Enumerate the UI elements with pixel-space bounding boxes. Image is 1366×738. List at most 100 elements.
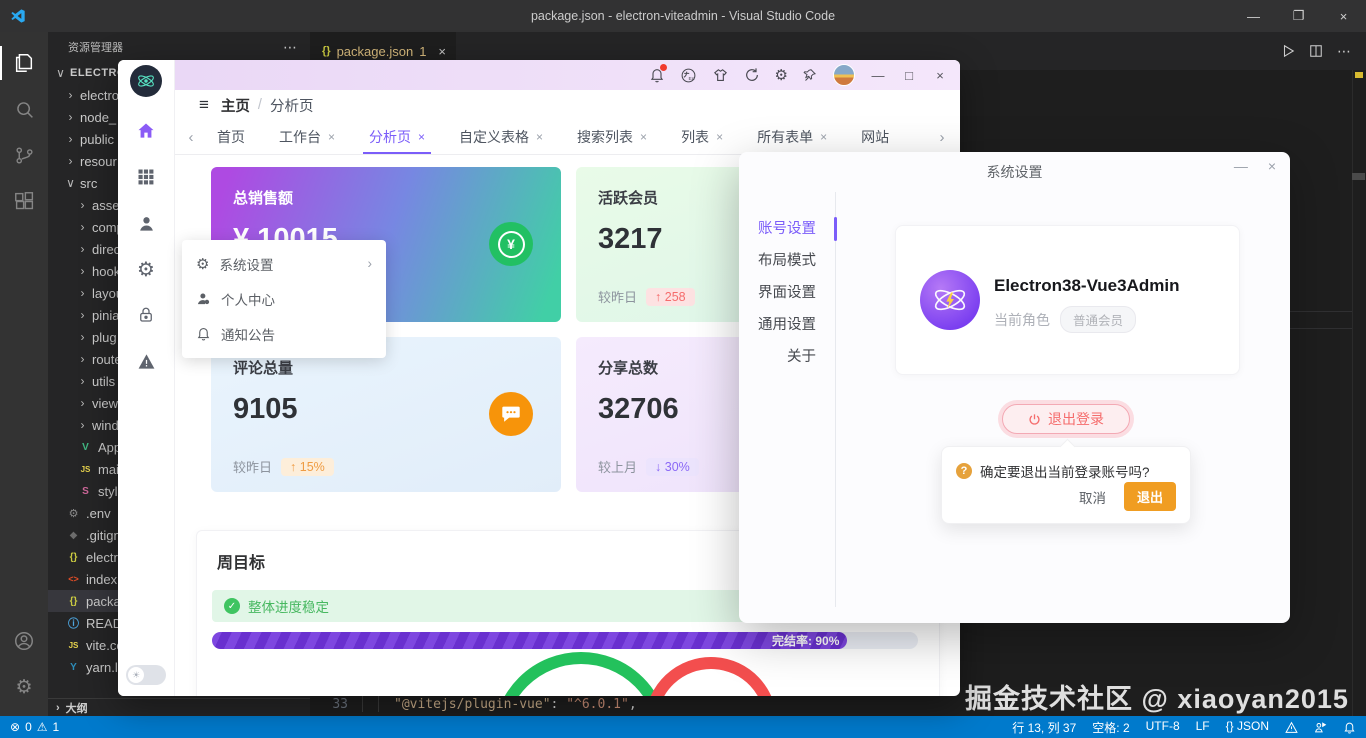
menu-item-system-settings[interactable]: ⚙ 系统设置 › <box>182 246 386 281</box>
statusbar-item[interactable]: UTF-8 <box>1146 719 1180 736</box>
settings-menu-item[interactable]: 界面设置 <box>739 277 836 309</box>
split-editor-icon[interactable] <box>1309 44 1323 58</box>
menu-item-announcements[interactable]: 通知公告 <box>182 316 386 351</box>
confirm-exit-button[interactable]: 退出 <box>1124 482 1176 511</box>
user-avatar[interactable] <box>833 64 855 86</box>
app-minimize-button[interactable]: — <box>870 68 886 83</box>
app-tab[interactable]: 网站 <box>861 120 889 154</box>
file-icon: Y <box>66 662 81 673</box>
feedback-icon[interactable] <box>1314 721 1327 734</box>
chevron-icon: › <box>64 88 77 102</box>
statusbar-item[interactable]: 行 13, 列 37 <box>1012 719 1076 736</box>
nav-user-icon[interactable] <box>134 211 158 235</box>
statusbar-item[interactable]: 空格: 2 <box>1092 719 1129 736</box>
statusbar-item[interactable]: {} JSON <box>1226 719 1269 736</box>
tab-close-icon[interactable]: × <box>640 130 647 144</box>
search-icon[interactable] <box>0 86 48 132</box>
tab-close-icon[interactable]: × <box>438 44 446 59</box>
logout-button[interactable]: 退出登录 <box>1002 404 1130 434</box>
language-switch-icon[interactable]: En <box>680 67 697 84</box>
settings-menu-item[interactable]: 布局模式 <box>739 245 836 277</box>
profile-name: Electron38-Vue3Admin <box>994 276 1179 296</box>
extensions-icon[interactable] <box>0 178 48 224</box>
settings-menu: 账号设置 布局模式 界面设置 通用设置 关于 <box>739 213 836 373</box>
source-control-icon[interactable] <box>0 132 48 178</box>
more-actions-icon[interactable]: ⋯ <box>1337 43 1352 60</box>
code-line-33[interactable]: 33 "@vitejs/plugin-vue": "^6.0.1", <box>310 694 637 714</box>
settings-gear-icon[interactable]: ⚙ <box>775 66 788 84</box>
explorer-more-icon[interactable]: ⋯ <box>283 39 298 56</box>
outline-section[interactable]: › 大纲 <box>48 698 310 716</box>
settings-menu-item[interactable]: 账号设置 <box>739 213 836 245</box>
chevron-icon: › <box>76 308 89 322</box>
window-title: package.json - electron-viteadmin - Visu… <box>0 9 1366 23</box>
app-maximize-button[interactable]: □ <box>901 68 917 83</box>
statusbar-warning-icon[interactable] <box>1285 721 1298 734</box>
theme-skin-icon[interactable] <box>712 67 729 84</box>
app-sidebar: ⚙ ☀ <box>118 60 175 696</box>
tab-close-icon[interactable]: × <box>328 130 335 144</box>
dialog-close-icon[interactable]: × <box>1268 158 1276 174</box>
vscode-titlebar: package.json - electron-viteadmin - Visu… <box>0 0 1366 32</box>
explorer-icon[interactable] <box>0 40 48 86</box>
statusbar-item[interactable]: LF <box>1196 719 1210 736</box>
sun-icon: ☀ <box>128 667 144 683</box>
notification-bell-icon[interactable] <box>649 67 665 83</box>
tab-close-icon[interactable]: × <box>820 130 827 144</box>
tab-close-icon[interactable]: × <box>418 130 425 144</box>
theme-toggle[interactable]: ☀ <box>126 665 166 685</box>
restore-button[interactable]: ❐ <box>1276 0 1321 32</box>
collapse-menu-icon[interactable]: ≡ <box>199 95 209 115</box>
pin-icon[interactable] <box>803 68 818 83</box>
tabs-scroll-right-icon[interactable]: › <box>932 129 952 146</box>
app-tab[interactable]: 工作台 × <box>279 120 335 154</box>
json-file-icon: {} <box>322 45 331 57</box>
tab-close-icon[interactable]: × <box>716 130 723 144</box>
breadcrumb-current: 分析页 <box>270 95 314 116</box>
close-button[interactable]: × <box>1321 0 1366 32</box>
run-button[interactable] <box>1281 44 1295 58</box>
app-tab[interactable]: 搜索列表 × <box>577 120 647 154</box>
chevron-icon: › <box>64 154 77 168</box>
account-icon[interactable] <box>0 618 48 664</box>
nav-warning-icon[interactable] <box>134 349 158 373</box>
file-icon: JS <box>66 641 81 650</box>
logout-confirm-popover: ? 确定要退出当前登录账号吗? 取消 退出 <box>941 446 1191 524</box>
minimize-button[interactable]: — <box>1231 0 1276 32</box>
breadcrumb-home[interactable]: 主页 <box>221 95 250 116</box>
settings-menu-item[interactable]: 通用设置 <box>739 309 836 341</box>
settings-menu-item[interactable]: 关于 <box>739 341 836 373</box>
settings-gear-icon[interactable]: ⚙ <box>0 664 48 710</box>
notifications-bell-icon[interactable] <box>1343 721 1356 734</box>
app-tab[interactable]: 所有表单 × <box>757 120 827 154</box>
submenu-arrow-icon: › <box>368 256 373 271</box>
app-tab[interactable]: 分析页 × <box>369 120 425 154</box>
check-circle-icon: ✓ <box>224 598 240 614</box>
activity-bar: ⚙ <box>0 32 48 716</box>
app-tab[interactable]: 首页 <box>217 120 245 154</box>
context-menu: ⚙ 系统设置 › 个人中心 通知公告 <box>182 240 386 358</box>
dialog-minimize-icon[interactable]: — <box>1234 158 1248 174</box>
nav-home-icon[interactable] <box>134 119 158 143</box>
minimap-slider[interactable] <box>1352 173 1365 180</box>
problems-status[interactable]: ⊗ 0 ⚠ 1 <box>10 720 59 734</box>
app-logo[interactable] <box>130 65 162 97</box>
file-icon: ⓘ <box>66 615 81 631</box>
nav-apps-grid-icon[interactable] <box>134 165 158 189</box>
chevron-icon: › <box>64 110 77 124</box>
nav-settings-icon[interactable]: ⚙ <box>134 257 158 281</box>
cancel-button[interactable]: 取消 <box>1079 487 1106 507</box>
app-tabbar: ‹ 首页 工作台 × 分析页 × <box>175 120 960 155</box>
app-tab[interactable]: 列表 × <box>681 120 723 154</box>
errors-icon: ⊗ <box>10 720 20 734</box>
tabs-scroll-left-icon[interactable]: ‹ <box>181 129 201 146</box>
file-icon: {} <box>66 596 81 607</box>
refresh-icon[interactable] <box>744 67 760 83</box>
vscode-logo-icon[interactable] <box>10 8 26 24</box>
app-close-button[interactable]: × <box>932 68 948 83</box>
nav-lock-icon[interactable] <box>134 303 158 327</box>
app-tab[interactable]: 自定义表格 × <box>459 120 543 154</box>
chevron-icon: › <box>56 702 60 714</box>
tab-close-icon[interactable]: × <box>536 130 543 144</box>
menu-item-profile[interactable]: 个人中心 <box>182 281 386 316</box>
